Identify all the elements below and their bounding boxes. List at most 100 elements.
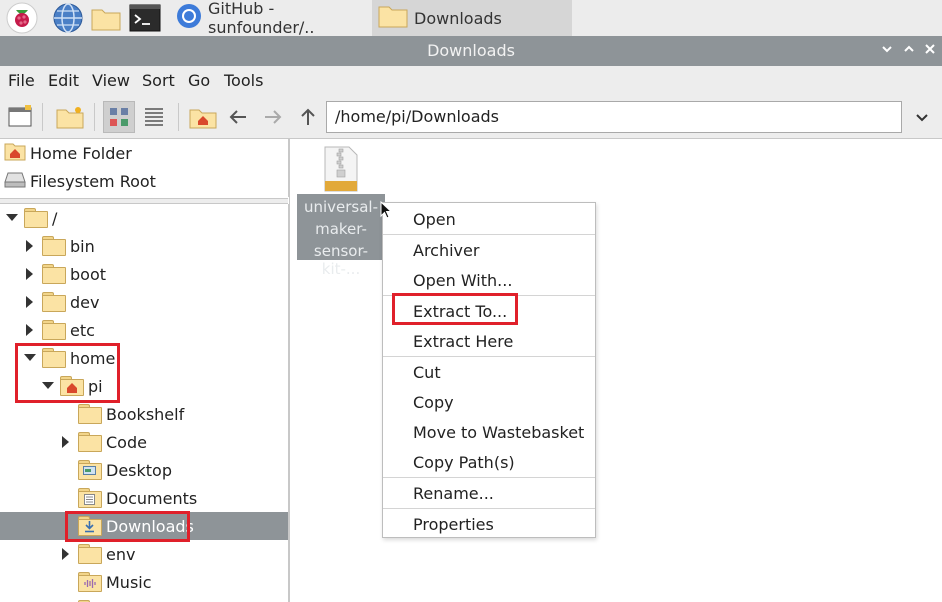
menu-view[interactable]: View — [92, 71, 130, 90]
home-folder-icon[interactable] — [187, 101, 219, 133]
tree-item-music[interactable]: Music — [0, 568, 288, 596]
folder-icon — [42, 236, 66, 256]
taskbar-button-label: GitHub - sunfounder/.. — [208, 0, 315, 37]
close-icon[interactable] — [922, 42, 938, 60]
window-title-bar[interactable]: Downloads — [0, 36, 942, 66]
music-folder-icon — [78, 572, 102, 592]
expander-placeholder — [60, 408, 72, 420]
forward-arrow-icon[interactable] — [257, 101, 289, 133]
zip-archive-icon[interactable] — [322, 145, 360, 193]
expander-placeholder — [60, 576, 72, 588]
menu-tools[interactable]: Tools — [224, 71, 263, 90]
tree-item-root[interactable]: / — [0, 204, 288, 232]
folder-icon — [78, 544, 102, 564]
icon-view-icon[interactable] — [103, 101, 135, 133]
folder-icon — [42, 292, 66, 312]
list-view-icon[interactable] — [138, 101, 170, 133]
file-name-line: universal- — [303, 198, 379, 216]
expander-expanded-icon[interactable] — [6, 212, 18, 224]
maximize-icon[interactable] — [901, 42, 917, 60]
menu-bar: File Edit View Sort Go Tools — [0, 66, 942, 96]
place-label: Filesystem Root — [30, 171, 156, 191]
menu-file[interactable]: File — [8, 71, 35, 90]
menu-item-open-with[interactable]: Open With... — [413, 271, 512, 290]
tree-item-documents[interactable]: Documents — [0, 484, 288, 512]
menu-item-extract-here[interactable]: Extract Here — [413, 332, 513, 351]
tree-item-label: etc — [70, 320, 95, 340]
folder-icon — [24, 208, 48, 228]
taskbar-button-label: Downloads — [414, 8, 502, 28]
location-bar[interactable]: /home/pi/Downloads — [326, 101, 902, 133]
expander-collapsed-icon[interactable] — [24, 296, 36, 308]
tree-item-env[interactable]: env — [0, 540, 288, 568]
chromium-icon — [176, 3, 202, 33]
minimize-icon[interactable] — [879, 42, 895, 60]
window-title: Downloads — [427, 41, 515, 60]
place-home-folder[interactable]: Home Folder — [4, 140, 132, 166]
tree-item-label: Bookshelf — [106, 404, 185, 424]
folder-icon — [78, 404, 102, 424]
menu-sort[interactable]: Sort — [142, 71, 175, 90]
menu-item-open[interactable]: Open — [413, 210, 456, 229]
tree-item-bookshelf[interactable]: Bookshelf — [0, 400, 288, 428]
expander-collapsed-icon[interactable] — [24, 268, 36, 280]
menu-separator — [383, 477, 595, 478]
new-folder-icon[interactable] — [54, 101, 86, 133]
tree-item-etc[interactable]: etc — [0, 316, 288, 344]
file-name-line: sensor-kit-... — [313, 242, 369, 278]
tree-item-label: bin — [70, 236, 95, 256]
taskbar-button-browser[interactable]: GitHub - sunfounder/.. — [170, 0, 370, 37]
menu-item-rename[interactable]: Rename... — [413, 484, 494, 503]
taskbar: GitHub - sunfounder/.. Downloads — [0, 0, 942, 37]
desktop-folder-icon — [78, 460, 102, 480]
expander-collapsed-icon[interactable] — [24, 324, 36, 336]
tree-item-bin[interactable]: bin — [0, 232, 288, 260]
terminal-icon[interactable] — [129, 2, 161, 34]
folder-icon — [78, 432, 102, 452]
web-browser-icon[interactable] — [52, 2, 84, 34]
menu-item-archiver[interactable]: Archiver — [413, 241, 479, 260]
taskbar-button-downloads[interactable]: Downloads — [372, 0, 572, 36]
new-window-icon[interactable] — [4, 101, 36, 133]
menu-item-cut[interactable]: Cut — [413, 363, 441, 382]
menu-item-properties[interactable]: Properties — [413, 515, 494, 534]
directory-tree: / bin boot dev etc home pi Bookshelf Cod… — [0, 204, 289, 602]
menu-item-copy[interactable]: Copy — [413, 393, 454, 412]
menu-edit[interactable]: Edit — [48, 71, 79, 90]
tree-item-desktop[interactable]: Desktop — [0, 456, 288, 484]
expander-placeholder — [60, 492, 72, 504]
expander-collapsed-icon[interactable] — [24, 240, 36, 252]
tree-item-label: env — [106, 544, 136, 564]
up-arrow-icon[interactable] — [292, 101, 324, 133]
tree-item-label: dev — [70, 292, 100, 312]
menu-go[interactable]: Go — [188, 71, 210, 90]
tree-item-label: Documents — [106, 488, 198, 508]
place-filesystem-root[interactable]: Filesystem Root — [4, 168, 156, 194]
menu-separator — [383, 234, 595, 235]
mouse-pointer-icon — [380, 200, 394, 221]
back-arrow-icon[interactable] — [222, 101, 254, 133]
file-manager-icon[interactable] — [90, 2, 122, 34]
tree-item-dev[interactable]: dev — [0, 288, 288, 316]
tree-item-code[interactable]: Code — [0, 428, 288, 456]
tree-item-partial — [0, 596, 288, 602]
raspberry-menu-icon[interactable] — [6, 2, 38, 34]
menu-separator — [383, 508, 595, 509]
highlight-box-downloads — [65, 511, 190, 542]
expander-placeholder — [60, 464, 72, 476]
highlight-box-extract-to — [392, 293, 518, 325]
menu-separator — [383, 356, 595, 357]
expander-collapsed-icon[interactable] — [60, 436, 72, 448]
menu-item-move-to-wastebasket[interactable]: Move to Wastebasket — [413, 423, 584, 442]
file-name-line: maker- — [315, 220, 367, 238]
chevron-down-icon[interactable] — [910, 108, 934, 128]
home-icon — [4, 141, 26, 165]
folder-icon — [378, 4, 408, 32]
menu-item-copy-paths[interactable]: Copy Path(s) — [413, 453, 515, 472]
folder-icon — [42, 264, 66, 284]
toolbar-separator — [94, 103, 95, 131]
places-pane: Home Folder Filesystem Root — [0, 139, 289, 197]
tree-item-boot[interactable]: boot — [0, 260, 288, 288]
expander-collapsed-icon[interactable] — [60, 548, 72, 560]
folder-icon — [42, 320, 66, 340]
